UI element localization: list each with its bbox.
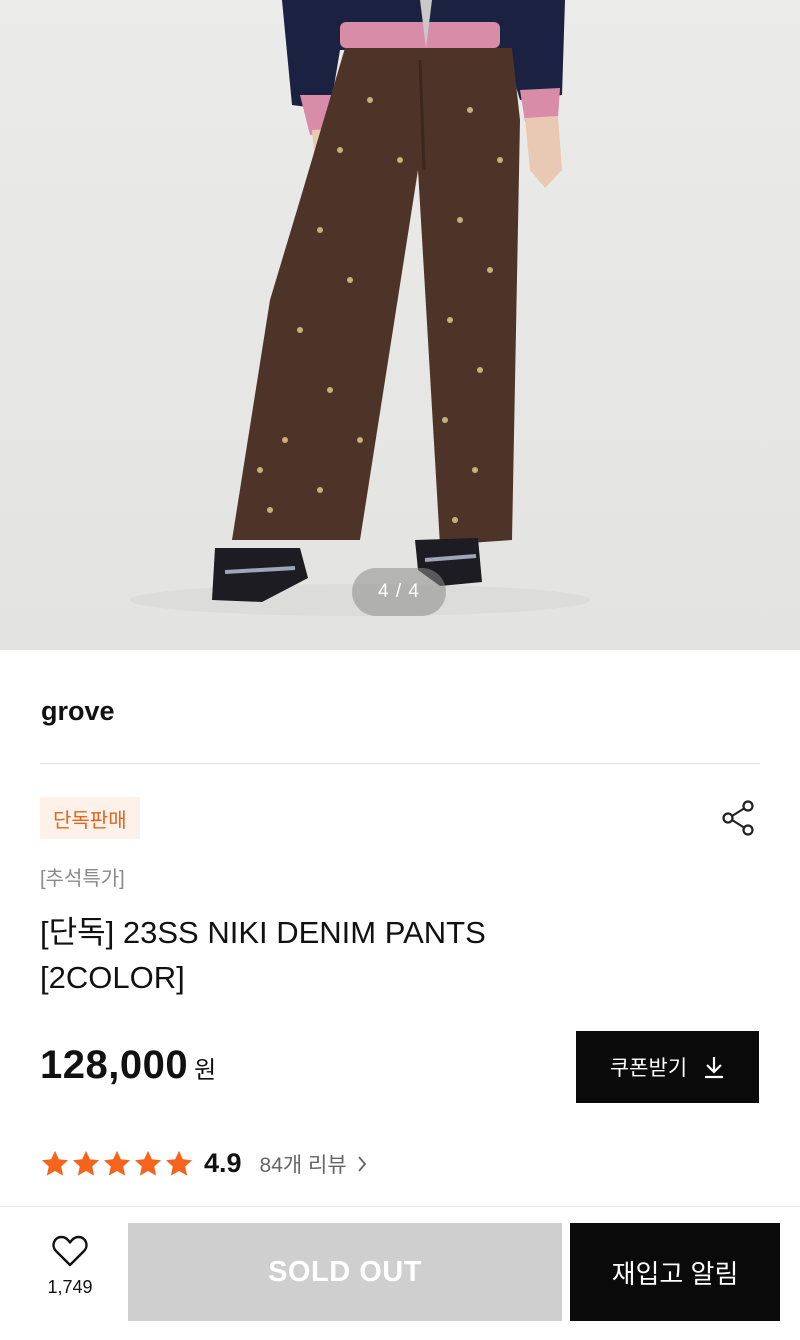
rating-row[interactable]: 4.9 84개 리뷰: [40, 1148, 367, 1179]
coupon-label: 쿠폰받기: [609, 1057, 688, 1080]
brand-name[interactable]: grove: [41, 696, 115, 727]
share-icon: [722, 800, 754, 836]
star-icon: [104, 1150, 130, 1176]
star-icon: [166, 1150, 192, 1176]
star-icon: [73, 1150, 99, 1176]
product-image[interactable]: 4 / 4: [0, 0, 800, 650]
star-icon: [42, 1150, 68, 1176]
price-value: 128,000: [40, 1043, 189, 1087]
restock-alert-button[interactable]: 재입고 알림: [570, 1223, 780, 1321]
bottom-action-bar: 1,749 SOLD OUT 재입고 알림: [0, 1206, 800, 1340]
rating-score: 4.9: [204, 1148, 242, 1178]
chevron-right-icon: [358, 1155, 366, 1172]
review-link[interactable]: 84개 리뷰: [260, 1149, 367, 1179]
image-counter: 4 / 4: [352, 568, 446, 616]
like-count: 1,749: [47, 1277, 93, 1297]
divider: [40, 763, 760, 764]
star-icon: [135, 1150, 161, 1176]
price-unit: 원: [194, 1057, 217, 1084]
product-title: [단독] 23SS NIKI DENIM PANTS [2COLOR]: [40, 915, 486, 995]
product-photo: [130, 0, 590, 616]
review-count: 84개 리뷰: [259, 1153, 347, 1177]
product-price: 128,000 원: [40, 1043, 216, 1088]
heart-icon: [52, 1235, 88, 1267]
rating-stars: [40, 1149, 194, 1179]
download-icon: [705, 1057, 724, 1079]
product-category: [추석특가]: [40, 868, 125, 890]
coupon-button[interactable]: 쿠폰받기: [576, 1031, 759, 1103]
exclusive-badge: 단독판매: [40, 797, 140, 839]
share-button[interactable]: [716, 796, 760, 840]
like-button[interactable]: 1,749: [30, 1235, 110, 1319]
soldout-button[interactable]: SOLD OUT: [128, 1223, 562, 1321]
